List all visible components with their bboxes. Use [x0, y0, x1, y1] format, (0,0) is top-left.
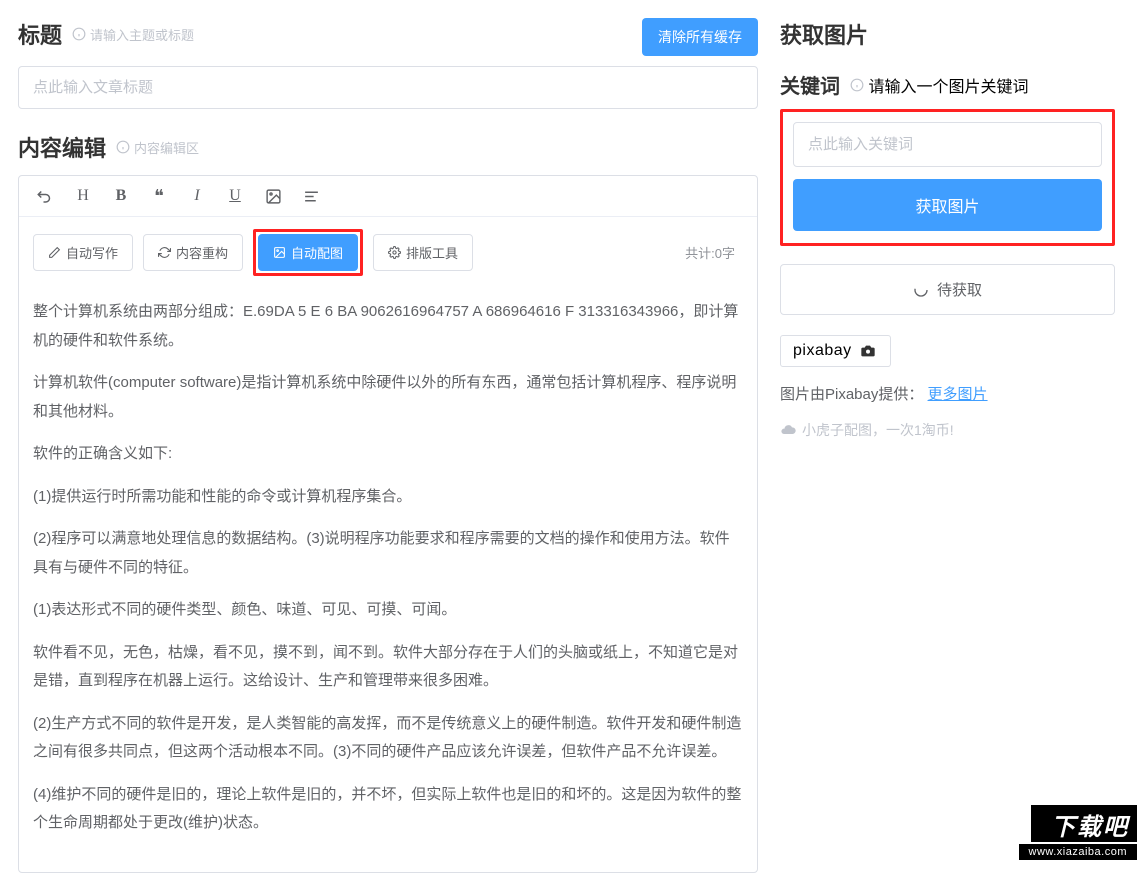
- editor-paragraph: 软件看不见，无色，枯燥，看不见，摸不到，闻不到。软件大部分存在于人们的头脑或纸上…: [33, 639, 743, 696]
- article-title-input[interactable]: [18, 66, 758, 109]
- editor-paragraph: 整个计算机系统由两部分组成：E.69DA 5 E 6 BA 9062616964…: [33, 298, 743, 355]
- cloud-icon: [780, 422, 796, 438]
- editor-paragraph: (1)表达形式不同的硬件类型、颜色、味道、可见、可摸、可闻。: [33, 596, 743, 625]
- title-heading: 标题: [18, 18, 62, 50]
- restructure-button[interactable]: 内容重构: [143, 234, 243, 271]
- bold-icon[interactable]: B: [111, 186, 131, 206]
- content-hint: 内容编辑区: [116, 138, 199, 157]
- camera-icon: [858, 343, 878, 359]
- editor-box: H B ❝ I U 自动写作 内容重构: [18, 175, 758, 873]
- get-image-heading: 获取图片: [780, 18, 1115, 50]
- info-icon: [116, 140, 130, 154]
- layout-tool-button[interactable]: 排版工具: [373, 234, 473, 271]
- italic-icon[interactable]: I: [187, 186, 207, 206]
- editor-paragraph: 计算机软件(computer software)是指计算机系统中除硬件以外的所有…: [33, 369, 743, 426]
- keyword-label: 关键词: [780, 70, 840, 99]
- watermark: 下载吧: [1031, 805, 1137, 842]
- keyword-panel-highlight: 获取图片: [780, 109, 1115, 246]
- editor-paragraph: (1)提供运行时所需功能和性能的命令或计算机程序集合。: [33, 483, 743, 512]
- pending-button[interactable]: 待获取: [780, 264, 1115, 315]
- spinner-icon: [913, 282, 929, 298]
- editor-paragraph: 软件的正确含义如下:: [33, 440, 743, 469]
- keyword-input[interactable]: [793, 122, 1102, 167]
- heading-icon[interactable]: H: [73, 186, 93, 206]
- clear-cache-button[interactable]: 清除所有缓存: [642, 18, 758, 56]
- content-edit-heading: 内容编辑: [18, 131, 106, 163]
- word-count: 共计:0字: [685, 243, 735, 262]
- pixabay-brand-text: pixabay: [793, 342, 852, 360]
- settings-icon: [388, 246, 401, 259]
- auto-image-highlight: 自动配图: [253, 229, 363, 276]
- pencil-icon: [48, 246, 61, 259]
- refresh-icon: [158, 246, 171, 259]
- main-column: 标题 请输入主题或标题 清除所有缓存 内容编辑 内容编辑区 H B ❝: [18, 18, 758, 873]
- underline-icon[interactable]: U: [225, 186, 245, 206]
- image-plus-icon: [273, 246, 286, 259]
- get-image-button[interactable]: 获取图片: [793, 179, 1102, 231]
- auto-write-button[interactable]: 自动写作: [33, 234, 133, 271]
- editor-paragraph: (4)维护不同的硬件是旧的，理论上软件是旧的，并不坏，但实际上软件也是旧的和坏的…: [33, 781, 743, 838]
- undo-icon[interactable]: [35, 186, 55, 206]
- align-left-icon[interactable]: [301, 186, 321, 206]
- action-toolbar: 自动写作 内容重构 自动配图 排版工具 共计:0字: [19, 217, 757, 288]
- side-column: 获取图片 关键词 请输入一个图片关键词 获取图片 待获取 pixabay 图片由…: [780, 18, 1115, 873]
- quote-icon[interactable]: ❝: [149, 186, 169, 206]
- editor-content[interactable]: 整个计算机系统由两部分组成：E.69DA 5 E 6 BA 9062616964…: [19, 288, 757, 872]
- pixabay-badge: pixabay: [780, 335, 891, 367]
- title-header-row: 标题 请输入主题或标题 清除所有缓存: [18, 18, 758, 62]
- title-hint: 请输入主题或标题: [72, 25, 194, 44]
- keyword-hint: 请输入一个图片关键词: [850, 73, 1028, 97]
- image-icon[interactable]: [263, 186, 283, 206]
- info-icon: [72, 27, 86, 41]
- footer-hint: 小虎子配图，一次1淘币!: [780, 420, 1115, 440]
- editor-paragraph: (2)程序可以满意地处理信息的数据结构。(3)说明程序功能要求和程序需要的文档的…: [33, 525, 743, 582]
- editor-paragraph: (2)生产方式不同的软件是开发，是人类智能的高发挥，而不是传统意义上的硬件制造。…: [33, 710, 743, 767]
- info-icon: [850, 78, 864, 92]
- more-images-link[interactable]: 更多图片: [928, 386, 988, 403]
- format-toolbar: H B ❝ I U: [19, 176, 757, 217]
- watermark-url: www.xiazaiba.com: [1019, 844, 1137, 860]
- provider-row: 图片由Pixabay提供： 更多图片: [780, 383, 1115, 404]
- auto-image-button[interactable]: 自动配图: [258, 234, 358, 271]
